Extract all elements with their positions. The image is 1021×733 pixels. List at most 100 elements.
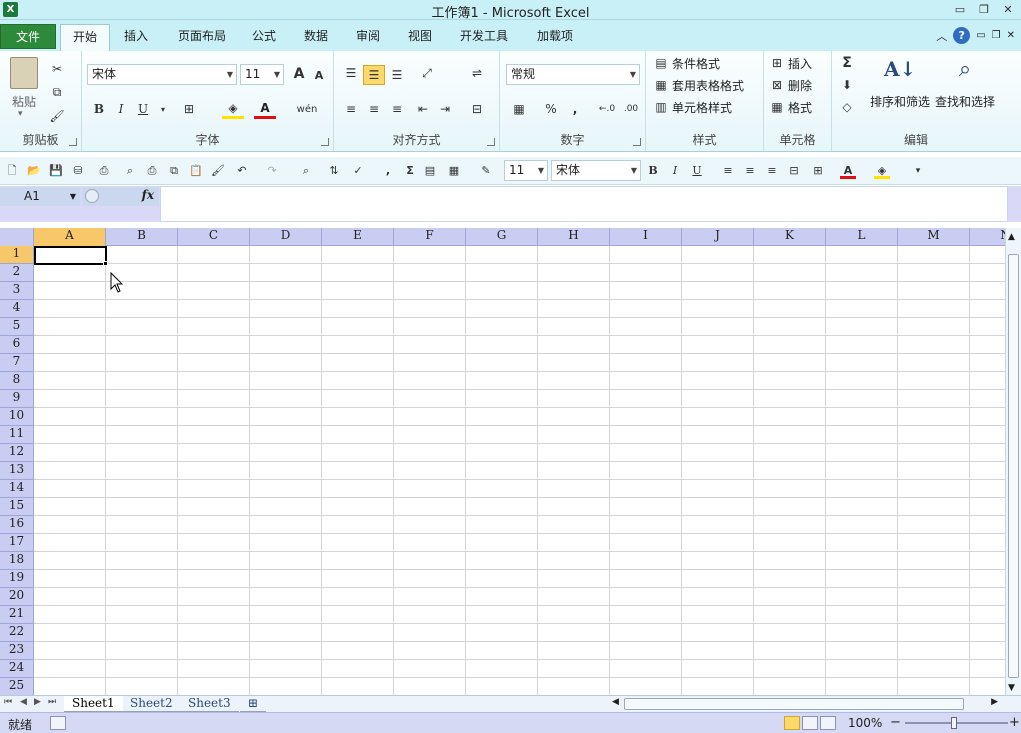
number-launcher-icon[interactable] <box>633 138 641 146</box>
comma-button[interactable]: , <box>564 99 586 119</box>
qat-customize-icon[interactable]: ▾ <box>910 163 926 179</box>
workbook-restore-icon[interactable]: ❐ <box>992 30 1001 41</box>
qat-align-right-icon[interactable]: ≡ <box>764 163 780 179</box>
row-header-15[interactable]: 15 <box>0 498 34 516</box>
print-preview-icon[interactable]: ⌕ <box>122 163 138 179</box>
fill-handle[interactable] <box>103 261 108 266</box>
horizontal-scroll-thumb[interactable] <box>624 698 964 710</box>
save-as-icon[interactable]: ⛁ <box>70 163 86 179</box>
sheet-tab-sheet1[interactable]: Sheet1 <box>64 696 123 712</box>
font-launcher-icon[interactable] <box>321 138 329 146</box>
qat-font-color-icon[interactable]: A <box>840 163 856 179</box>
border-icon[interactable]: ⊞ <box>178 99 200 119</box>
vertical-scroll-thumb[interactable] <box>1008 254 1019 678</box>
row-header-14[interactable]: 14 <box>0 480 34 498</box>
align-center-icon[interactable]: ≡ <box>363 99 385 119</box>
cut-icon[interactable]: ✂ <box>46 59 68 79</box>
row-header-5[interactable]: 5 <box>0 318 34 336</box>
copy-qat-icon[interactable]: ⧉ <box>166 163 182 179</box>
column-header-d[interactable]: D <box>250 228 322 246</box>
increase-decimal-icon[interactable]: ←.0 <box>596 99 618 119</box>
delete-cells-button[interactable]: 删除 <box>788 77 812 94</box>
qat-fill-color-icon[interactable]: ◈ <box>874 163 890 179</box>
qat-align-center-icon[interactable]: ≡ <box>742 163 758 179</box>
horizontal-scrollbar[interactable]: ◀ ▶ <box>612 697 998 711</box>
conditional-format-button[interactable]: 条件格式 <box>672 55 720 72</box>
file-tab[interactable]: 文件 <box>0 24 56 49</box>
column-header-a[interactable]: A <box>34 228 106 246</box>
row-header-25[interactable]: 25 <box>0 678 34 695</box>
print-icon[interactable]: ⎙ <box>144 163 160 179</box>
row-header-13[interactable]: 13 <box>0 462 34 480</box>
font-color-icon[interactable]: A <box>254 99 276 119</box>
qat-bold-button[interactable]: B <box>645 163 661 179</box>
zoom-slider-knob[interactable] <box>951 717 957 729</box>
decrease-decimal-icon[interactable]: .00 <box>620 99 642 119</box>
tab-insert[interactable]: 插入 <box>114 24 158 51</box>
clear-icon[interactable]: ◇ <box>836 97 858 117</box>
row-header-4[interactable]: 4 <box>0 300 34 318</box>
paste-icon[interactable] <box>10 57 38 89</box>
row-header-2[interactable]: 2 <box>0 264 34 282</box>
italic-button[interactable]: I <box>110 99 132 119</box>
copy-icon[interactable]: ⧉ <box>46 82 68 102</box>
row-header-21[interactable]: 21 <box>0 606 34 624</box>
help-icon[interactable]: ? <box>953 27 971 44</box>
qat-border-icon[interactable]: ⊞ <box>810 163 826 179</box>
restore-button[interactable]: ❐ <box>973 1 995 18</box>
formula-input[interactable] <box>160 186 1008 222</box>
styles-qat-icon[interactable]: ✎ <box>478 163 494 179</box>
redo-icon[interactable]: ↷ <box>264 163 280 179</box>
column-header-k[interactable]: K <box>754 228 826 246</box>
minimize-button[interactable]: ▭ <box>949 1 971 18</box>
format-painter-icon[interactable]: 🖌 <box>46 106 68 126</box>
tab-home[interactable]: 开始 <box>60 24 110 51</box>
normal-view-icon[interactable] <box>784 716 800 730</box>
table-qat-icon[interactable]: ▦ <box>446 163 462 179</box>
tab-review[interactable]: 审阅 <box>348 24 388 51</box>
name-box[interactable]: A1 ▼ <box>0 187 80 206</box>
format-painter-qat-icon[interactable]: 🖌 <box>210 163 226 179</box>
new-icon[interactable]: 🗋 <box>4 163 20 179</box>
bold-button[interactable]: B <box>88 99 110 119</box>
sheet-tab-sheet2[interactable]: Sheet2 <box>122 696 181 712</box>
autosum-button[interactable]: Σ <box>836 53 858 73</box>
alignment-launcher-icon[interactable] <box>487 138 495 146</box>
accounting-format-icon[interactable]: ▦ <box>508 99 530 119</box>
row-header-23[interactable]: 23 <box>0 642 34 660</box>
sort-qat-icon[interactable]: ⇅ <box>326 163 342 179</box>
cells-area[interactable] <box>34 246 1005 695</box>
active-cell-a1[interactable] <box>34 246 107 265</box>
row-header-9[interactable]: 9 <box>0 390 34 408</box>
column-header-n[interactable]: N <box>970 228 1005 246</box>
page-layout-view-icon[interactable] <box>802 716 818 730</box>
fill-color-icon[interactable]: ◈ <box>222 99 244 119</box>
row-header-10[interactable]: 10 <box>0 408 34 426</box>
row-header-20[interactable]: 20 <box>0 588 34 606</box>
clipboard-launcher-icon[interactable] <box>69 138 77 146</box>
scroll-right-icon[interactable]: ▶ <box>991 697 998 707</box>
paste-qat-icon[interactable]: 📋 <box>188 163 204 179</box>
qat-merge-icon[interactable]: ⊟ <box>786 163 802 179</box>
column-header-m[interactable]: M <box>898 228 970 246</box>
close-button[interactable]: ✕ <box>997 1 1019 18</box>
insert-function-icon[interactable]: fx <box>142 188 154 202</box>
tab-addins[interactable]: 加载项 <box>528 24 582 51</box>
last-sheet-icon[interactable]: ⏭ <box>48 697 56 707</box>
qat-align-left-icon[interactable]: ≡ <box>720 163 736 179</box>
row-header-3[interactable]: 3 <box>0 282 34 300</box>
row-header-12[interactable]: 12 <box>0 444 34 462</box>
qat-font-size-select[interactable]: 11 ▼ <box>504 160 548 181</box>
row-header-6[interactable]: 6 <box>0 336 34 354</box>
increase-indent-icon[interactable]: ⇥ <box>434 99 456 119</box>
zoom-level[interactable]: 100% <box>848 716 882 730</box>
tab-page-layout[interactable]: 页面布局 <box>170 24 234 51</box>
align-bottom-icon[interactable]: ☰ <box>386 65 408 85</box>
page-break-view-icon[interactable] <box>820 716 836 730</box>
align-right-icon[interactable]: ≡ <box>386 99 408 119</box>
column-header-h[interactable]: H <box>538 228 610 246</box>
grow-font-icon[interactable]: A <box>288 64 310 84</box>
decrease-indent-icon[interactable]: ⇤ <box>412 99 434 119</box>
next-sheet-icon[interactable]: ▶ <box>34 697 41 707</box>
font-size-select[interactable]: 11 ▼ <box>240 64 284 85</box>
